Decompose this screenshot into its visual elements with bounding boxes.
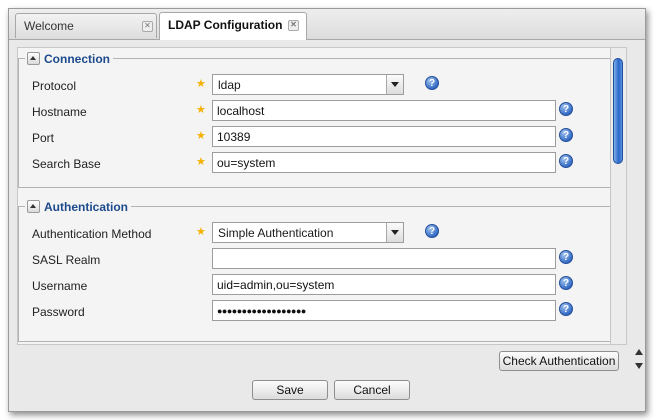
help-icon[interactable]: ? xyxy=(559,276,573,290)
tab-welcome[interactable]: Welcome ✕ xyxy=(15,13,157,38)
form-scroll-area: Connection Protocol ★ ldap ? Hostname ★ … xyxy=(17,47,627,345)
tab-ldap-configuration[interactable]: LDAP Configuration ✕ xyxy=(159,12,307,40)
port-field[interactable] xyxy=(212,126,556,147)
vertical-scrollbar[interactable] xyxy=(610,48,626,344)
connection-section: Connection Protocol ★ ldap ? Hostname ★ … xyxy=(18,51,624,188)
field-label: Password xyxy=(32,305,85,319)
username-field[interactable] xyxy=(212,274,556,295)
username-row: Username ? xyxy=(19,274,619,300)
collapse-arrow-icon[interactable] xyxy=(27,200,40,213)
password-row: Password ? xyxy=(19,300,619,326)
field-label: Protocol xyxy=(32,79,77,93)
protocol-row: Protocol ★ ldap ? xyxy=(19,74,619,100)
authentication-method-select[interactable]: Simple Authentication xyxy=(212,222,404,243)
sasl-realm-field[interactable] xyxy=(212,248,556,269)
help-icon[interactable]: ? xyxy=(559,128,573,142)
field-label: SASL Realm xyxy=(32,253,101,267)
tab-bar: Welcome ✕ LDAP Configuration ✕ xyxy=(9,9,645,40)
section-title: Authentication xyxy=(44,200,128,214)
scroll-up-icon[interactable] xyxy=(635,349,643,355)
authentication-section: Authentication Authentication Method ★ S… xyxy=(18,199,624,342)
field-label: Username xyxy=(32,279,88,293)
scroll-arrow-buttons xyxy=(634,345,645,381)
field-label: Port xyxy=(32,131,55,145)
scroll-down-icon[interactable] xyxy=(635,363,643,369)
help-icon[interactable]: ? xyxy=(559,102,573,116)
protocol-select[interactable]: ldap xyxy=(212,74,404,95)
search-base-row: Search Base ★ ? xyxy=(19,152,619,178)
required-star-icon: ★ xyxy=(196,130,206,142)
tab-label: LDAP Configuration xyxy=(168,18,283,32)
sasl-realm-row: SASL Realm ? xyxy=(19,248,619,274)
authentication-method-row: Authentication Method ★ Simple Authentic… xyxy=(19,222,619,248)
required-star-icon: ★ xyxy=(196,226,206,238)
help-icon[interactable]: ? xyxy=(559,250,573,264)
password-field[interactable] xyxy=(212,300,556,321)
hostname-field[interactable] xyxy=(212,100,556,121)
required-star-icon: ★ xyxy=(196,156,206,168)
check-authentication-button[interactable]: Check Authentication xyxy=(499,351,619,371)
tab-label: Welcome xyxy=(24,19,74,33)
chevron-down-icon[interactable] xyxy=(386,223,403,242)
field-label: Hostname xyxy=(32,105,87,119)
close-icon[interactable]: ✕ xyxy=(288,20,299,31)
save-button[interactable]: Save xyxy=(252,380,328,400)
authentication-section-header: Authentication xyxy=(25,199,131,215)
chevron-down-icon[interactable] xyxy=(386,75,403,94)
help-icon[interactable]: ? xyxy=(425,76,439,90)
section-title: Connection xyxy=(44,52,110,66)
field-label: Search Base xyxy=(32,157,101,171)
scrollbar-thumb[interactable] xyxy=(613,58,623,164)
help-icon[interactable]: ? xyxy=(559,154,573,168)
port-row: Port ★ ? xyxy=(19,126,619,152)
help-icon[interactable]: ? xyxy=(559,302,573,316)
close-icon[interactable]: ✕ xyxy=(142,21,153,32)
help-icon[interactable]: ? xyxy=(425,224,439,238)
cancel-button[interactable]: Cancel xyxy=(334,380,410,400)
hostname-row: Hostname ★ ? xyxy=(19,100,619,126)
field-label: Authentication Method xyxy=(32,227,152,241)
required-star-icon: ★ xyxy=(196,78,206,90)
ldap-configuration-window: Welcome ✕ LDAP Configuration ✕ Connectio… xyxy=(8,8,646,412)
collapse-arrow-icon[interactable] xyxy=(27,52,40,65)
connection-section-header: Connection xyxy=(25,51,113,67)
required-star-icon: ★ xyxy=(196,104,206,116)
search-base-field[interactable] xyxy=(212,152,556,173)
select-value: ldap xyxy=(218,78,241,92)
select-value: Simple Authentication xyxy=(218,226,334,240)
